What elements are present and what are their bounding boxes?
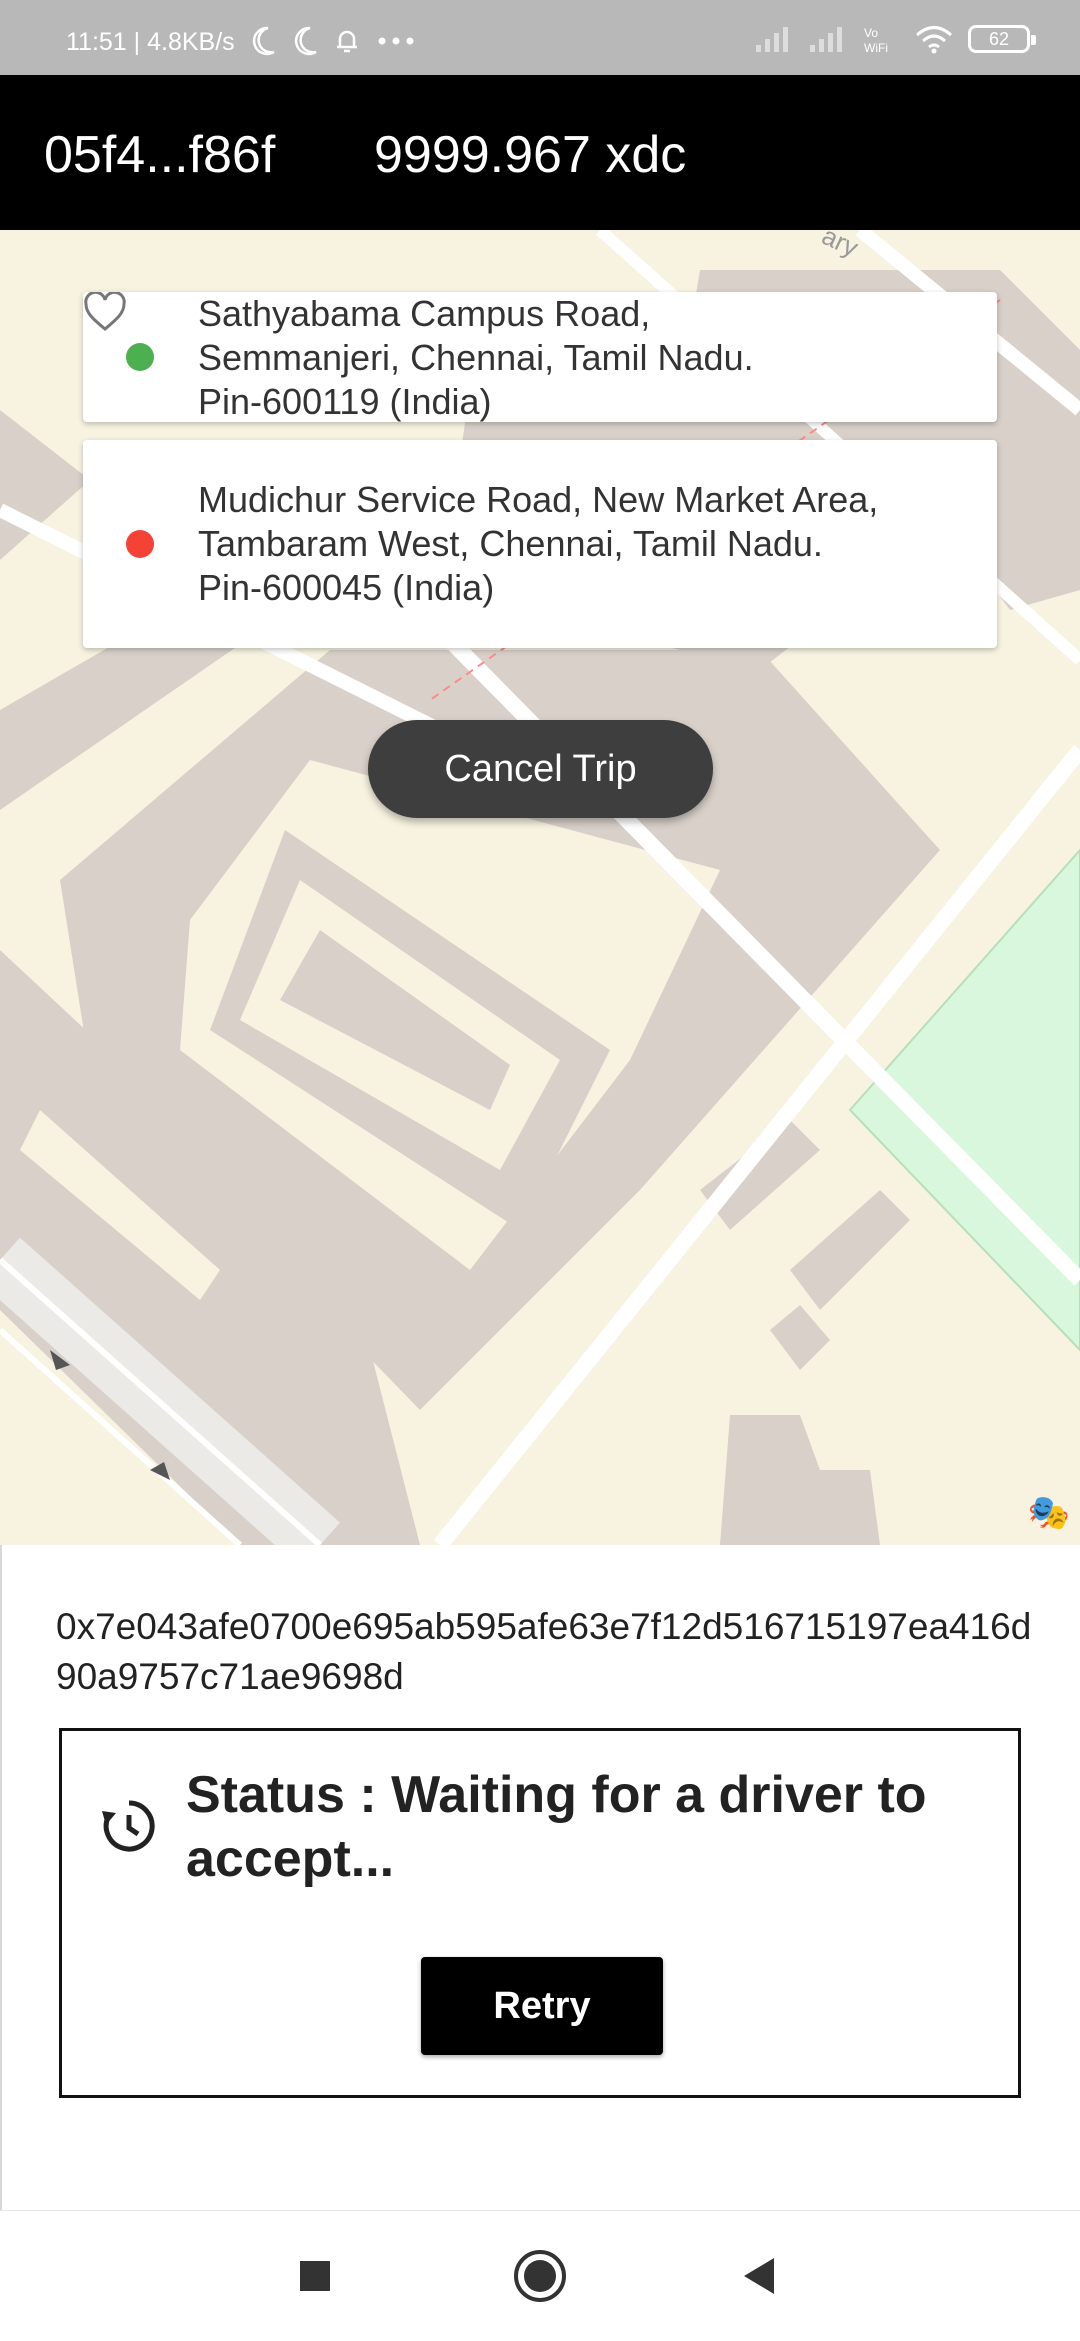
status-box: Status : Waiting for a driver to accept.… [59,1728,1021,2098]
signal-icon [756,27,788,52]
trip-status: Status : Waiting for a driver to accept.… [186,1766,927,1888]
pickup-address: Sathyabama Campus Road, Semmanjeri, Chen… [198,293,754,422]
status-icons-left [250,26,416,56]
home-circle-icon[interactable] [510,2246,570,2306]
status-time: 11:51 | 4.8KB/s [66,28,235,56]
divider [0,1545,2,2210]
more-dots-icon [378,37,414,45]
cancel-trip-button[interactable]: Cancel Trip [368,720,713,818]
app-header: 05f4...f86f 9999.967 xdc [0,75,1080,230]
back-triangle-icon[interactable] [730,2246,790,2306]
retry-button[interactable]: Retry [421,1957,663,2055]
drop-location-card[interactable]: Mudichur Service Road, New Market Area, … [83,440,997,648]
map-tiles: ary [0,230,1080,1545]
wifi-icon [916,26,952,54]
status-bar: 11:51 | 4.8KB/s Vo WiFi 62 [0,0,1080,75]
signal-icon [810,27,842,52]
moon-icon [252,26,275,56]
transaction-hash: 0x7e043afe0700e695ab595afe63e7f12d516715… [56,1606,1032,1697]
battery-level: 62 [988,28,1010,49]
map-view[interactable]: ary Sathyabama Campus Road, Semmanjeri, … [0,230,1080,1545]
wallet-address[interactable]: 05f4...f86f [44,125,275,185]
moon-icon [294,26,317,56]
battery-icon: 62 [968,25,1036,53]
drop-address: Mudichur Service Road, New Market Area, … [198,479,879,608]
svg-text:Vo: Vo [864,26,878,40]
heart-icon[interactable] [83,292,127,332]
pickup-dot-icon [126,343,154,371]
system-nav-bar [0,2210,1080,2341]
pickup-location-card[interactable]: Sathyabama Campus Road, Semmanjeri, Chen… [83,292,997,422]
theater-masks-icon[interactable]: 🎭 [1028,1493,1070,1533]
history-clock-icon [102,1800,155,1852]
recents-square-icon[interactable] [285,2246,345,2306]
wallet-balance: 9999.967 xdc [374,126,687,184]
svg-text:WiFi: WiFi [864,41,888,54]
status-icons-right: Vo WiFi 62 [754,24,1036,54]
drop-dot-icon [126,530,154,558]
vowifi-icon: VoWiFi [864,26,888,54]
bell-icon [337,30,357,53]
